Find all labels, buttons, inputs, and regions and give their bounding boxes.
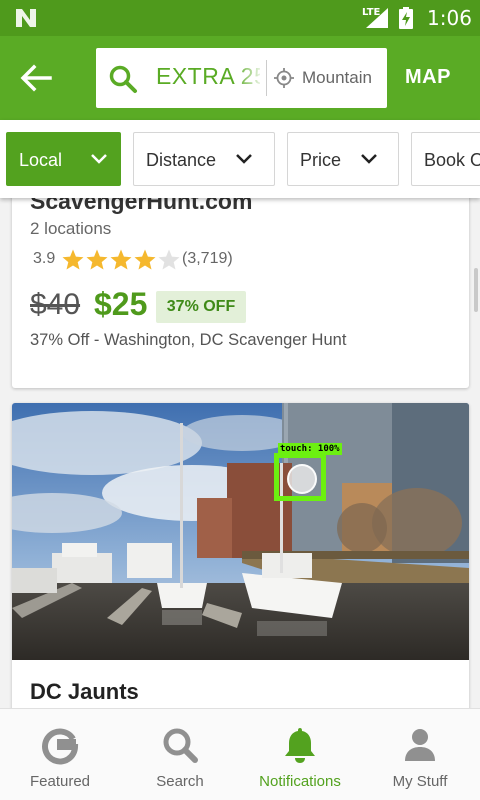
deal-title: DC Jaunts [30, 679, 139, 704]
search-box[interactable]: EXTRA 25 Mountain [96, 48, 387, 108]
filter-local[interactable]: Local [6, 132, 121, 186]
rating-value: 3.9 [33, 250, 56, 267]
discount-badge: 37% OFF [156, 291, 246, 323]
clock: 1:06 [427, 6, 472, 30]
nav-label: My Stuff [392, 773, 448, 790]
deal-description: 37% Off - Washington, DC Scavenger Hunt [30, 331, 347, 349]
location-target-icon [274, 68, 294, 88]
nav-notifications[interactable]: Notifications [240, 709, 360, 800]
bottom-nav: Featured Search Notifications My Stuff [0, 708, 480, 800]
status-bar: LTE 1:06 [0, 0, 480, 36]
filter-label: Local [19, 150, 63, 170]
groupon-g-icon [42, 728, 79, 765]
touch-point [287, 464, 317, 494]
chevron-down-icon [91, 154, 107, 164]
filter-label: Distance [146, 150, 217, 170]
scrollbar[interactable] [474, 268, 478, 312]
filter-bar: Local Distance Price Book O [0, 120, 480, 198]
battery-charging-icon [399, 7, 413, 29]
filter-price[interactable]: Price [287, 132, 399, 186]
deal-card[interactable]: DC Jaunts [12, 403, 469, 708]
bell-icon [285, 728, 315, 763]
nav-featured[interactable]: Featured [0, 709, 120, 800]
chevron-down-icon [361, 154, 377, 164]
filter-book-online[interactable]: Book O [411, 132, 480, 186]
deal-title: ScavengerHunt.com [30, 198, 253, 214]
signal-icon [366, 8, 388, 28]
filter-label: Book O [424, 150, 480, 170]
map-button[interactable]: MAP [405, 66, 451, 89]
top-bar: EXTRA 25 Mountain MAP [0, 36, 480, 120]
original-price: $40 [30, 288, 81, 321]
search-icon [163, 728, 198, 763]
filter-label: Price [300, 150, 342, 170]
nav-search[interactable]: Search [120, 709, 240, 800]
deal-photo [12, 403, 469, 660]
filter-distance[interactable]: Distance [133, 132, 275, 186]
query-fade [236, 58, 264, 98]
chevron-down-icon [236, 154, 252, 164]
review-count: (3,719) [182, 250, 233, 267]
app-notification-icon [16, 9, 36, 27]
nav-label: Notifications [259, 773, 341, 790]
deals-list[interactable]: ScavengerHunt.com 2 locations 3.9 (3,719… [0, 198, 480, 708]
deal-locations: 2 locations [30, 219, 112, 238]
search-icon [109, 65, 137, 93]
touch-indicator-label: touch: 100% [278, 443, 342, 455]
star-rating-icon [62, 249, 180, 270]
location-field[interactable]: Mountain [302, 68, 384, 88]
nav-label: Featured [29, 773, 91, 790]
nav-label: Search [156, 773, 204, 790]
sale-price: $25 [94, 286, 148, 322]
deal-card[interactable]: ScavengerHunt.com 2 locations 3.9 (3,719… [12, 198, 469, 388]
back-arrow-icon[interactable] [16, 58, 56, 98]
person-icon [405, 729, 435, 761]
search-divider [266, 60, 267, 96]
nav-my-stuff[interactable]: My Stuff [360, 709, 480, 800]
